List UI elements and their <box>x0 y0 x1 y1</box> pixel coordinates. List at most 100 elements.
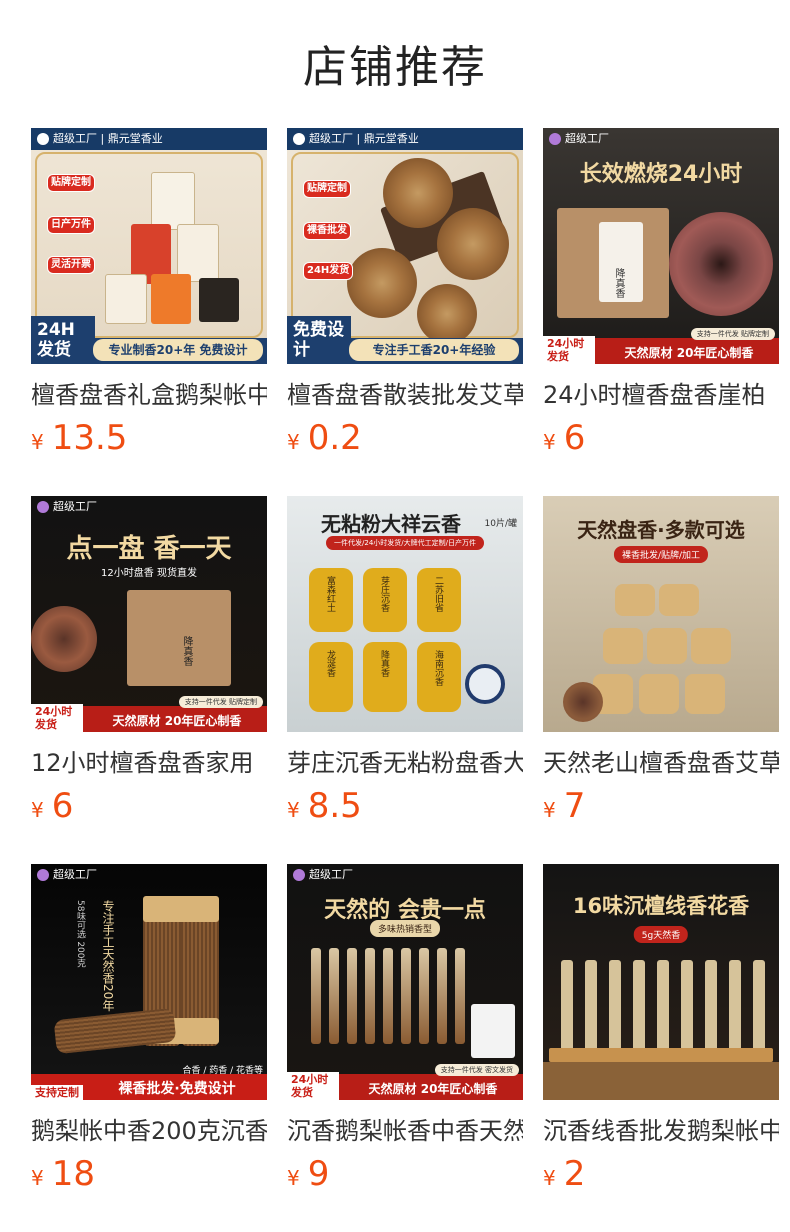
jar-label: 海南沉香 <box>433 650 443 686</box>
gift-box <box>151 172 195 230</box>
wood-jar <box>639 674 679 714</box>
jar-label: 富森红土 <box>325 576 335 612</box>
currency-symbol: ¥ <box>31 430 44 454</box>
product-card[interactable]: 超级工厂 | 鼎元堂香业 贴牌定制 日产万件 灵活开票 24H发货 专业制香20… <box>31 128 267 496</box>
product-name[interactable]: 24小时檀香盘香崖柏 <box>543 380 779 410</box>
table-surface <box>543 1062 779 1100</box>
product-image[interactable]: 16味沉檀线香花香 5g天然香 <box>543 864 779 1100</box>
incense-tube <box>401 948 411 1044</box>
price-value: 8.5 <box>307 786 362 826</box>
product-image[interactable]: 超级工厂 | 鼎元堂香业 贴牌定制 裸香批发 24H发货 免费设计 专注手工香2… <box>287 128 523 364</box>
price-value: 7 <box>563 786 586 826</box>
product-card[interactable]: 超级工厂 | 鼎元堂香业 贴牌定制 裸香批发 24H发货 免费设计 专注手工香2… <box>287 128 523 496</box>
corner-badge: 支持定制 <box>31 1085 83 1100</box>
image-headline: 长效燃烧24小时 <box>579 162 743 187</box>
image-tag: 24H发货 <box>303 262 354 280</box>
jar-label: 龙涎香 <box>325 650 335 677</box>
brand-text: 超级工厂 <box>565 132 609 145</box>
product-card-insert <box>471 1004 515 1058</box>
image-banner: 天然原材 20年匠心制香 <box>343 1078 523 1100</box>
corner-badge: 24H发货 <box>31 316 95 364</box>
product-card[interactable]: 超级工厂 点一盘 香一天 12小时盘香 现货直发 降真香 24小时发货 支持一件… <box>31 496 267 864</box>
side-note: 58味可选 200克 <box>75 900 85 968</box>
cloud-token <box>465 664 505 704</box>
product-image[interactable]: 超级工厂 长效燃烧24小时 降真香 24小时发货 支持一件代发 贴牌定制 天然原… <box>543 128 779 364</box>
diamond-icon <box>37 869 49 881</box>
image-tag: 贴牌定制 <box>47 174 95 192</box>
page-title: 店铺推荐 <box>303 42 487 93</box>
gift-box <box>105 274 147 324</box>
product-image[interactable]: 超级工厂 专注手工天然香20年 58味可选 200克 支持定制 合香 / 药香 … <box>31 864 267 1100</box>
product-name[interactable]: 檀香盘香礼盒鹅梨帐中香家用 <box>31 380 267 410</box>
incense-tube <box>419 948 429 1044</box>
brand-text: 超级工厂 <box>53 868 97 881</box>
wood-jar <box>647 628 687 664</box>
diamond-icon <box>549 133 561 145</box>
image-headline: 无粘粉大祥云香 <box>321 512 461 536</box>
image-banner: 天然原材 20年匠心制香 <box>87 710 267 732</box>
product-card[interactable]: 超级工厂 天然的 会贵一点 多味热销香型 24小时发货 支持一件代发 密文发货 … <box>287 864 523 1232</box>
product-name[interactable]: 天然老山檀香盘香艾草 <box>543 748 779 778</box>
image-headline: 天然盘香·多款可选 <box>577 518 745 542</box>
product-name[interactable]: 鹅梨帐中香200克沉香 <box>31 1116 267 1146</box>
product-name[interactable]: 檀香盘香散装批发艾草 <box>287 380 523 410</box>
jar-label: 二苏旧省 <box>433 576 443 612</box>
product-name[interactable]: 沉香鹅梨帐香中香天然 <box>287 1116 523 1146</box>
currency-symbol: ¥ <box>287 430 300 454</box>
incense-coil <box>31 606 97 672</box>
product-card[interactable]: 天然盘香·多款可选 裸香批发/贴牌/加工 天然老山檀香盘香艾草 ¥ 7 <box>543 496 779 864</box>
image-tag: 日产万件 <box>47 216 95 234</box>
image-banner: 天然原材 20年匠心制香 <box>599 342 779 364</box>
image-unit: 10片/罐 <box>484 519 518 529</box>
wood-jar <box>659 584 699 616</box>
product-image[interactable]: 超级工厂 点一盘 香一天 12小时盘香 现货直发 降真香 24小时发货 支持一件… <box>31 496 267 732</box>
product-image[interactable]: 超级工厂 天然的 会贵一点 多味热销香型 24小时发货 支持一件代发 密文发货 … <box>287 864 523 1100</box>
diamond-icon <box>293 133 305 145</box>
incense-tube <box>329 948 339 1044</box>
product-name[interactable]: 沉香线香批发鹅梨帐中香 <box>543 1116 779 1146</box>
diamond-icon <box>37 133 49 145</box>
incense-tube <box>681 960 693 1052</box>
product-card[interactable]: 16味沉檀线香花香 5g天然香 沉香线香批发鹅梨帐中香 ¥ 2 <box>543 864 779 1232</box>
gift-box <box>199 278 239 322</box>
price-value: 0.2 <box>307 418 362 458</box>
incense-tube <box>609 960 621 1052</box>
incense-tube <box>383 948 393 1044</box>
wood-stand <box>549 1048 773 1062</box>
product-price: ¥ 7 <box>543 786 779 826</box>
product-image[interactable]: 天然盘香·多款可选 裸香批发/贴牌/加工 <box>543 496 779 732</box>
brand-text: 超级工厂 | 鼎元堂香业 <box>309 132 419 145</box>
incense-coil <box>417 284 477 344</box>
wood-jar <box>691 628 731 664</box>
brand-text: 超级工厂 <box>309 868 353 881</box>
currency-symbol: ¥ <box>543 798 556 822</box>
brand-text: 超级工厂 <box>53 500 97 513</box>
image-banner: 专注手工香20+年经验 <box>349 339 519 361</box>
incense-tube <box>311 948 321 1044</box>
box-label-text: 降真香 <box>181 636 192 666</box>
brand-bar: 超级工厂 <box>543 128 779 150</box>
store-recommend-page: 店铺推荐 超级工厂 | 鼎元堂香业 贴牌定制 日产万件 灵活开票 24H发货 专… <box>0 0 790 1232</box>
banner-caption: 支持一件代发 密文发货 <box>434 1064 519 1076</box>
currency-symbol: ¥ <box>543 430 556 454</box>
gift-box <box>151 274 191 324</box>
product-card[interactable]: 超级工厂 长效燃烧24小时 降真香 24小时发货 支持一件代发 贴牌定制 天然原… <box>543 128 779 496</box>
product-card[interactable]: 无粘粉大祥云香 10片/罐 一件代发/24小时发货/大牌代工定制/日产万件 富森… <box>287 496 523 864</box>
image-pill: 一件代发/24小时发货/大牌代工定制/日产万件 <box>326 536 484 550</box>
vertical-slogan: 专注手工天然香20年 <box>101 900 115 1012</box>
product-image[interactable]: 超级工厂 | 鼎元堂香业 贴牌定制 日产万件 灵活开票 24H发货 专业制香20… <box>31 128 267 364</box>
incense-tube <box>437 948 447 1044</box>
product-image[interactable]: 无粘粉大祥云香 10片/罐 一件代发/24小时发货/大牌代工定制/日产万件 富森… <box>287 496 523 732</box>
price-value: 18 <box>51 1154 95 1194</box>
incense-tube <box>753 960 765 1052</box>
product-card[interactable]: 超级工厂 专注手工天然香20年 58味可选 200克 支持定制 合香 / 药香 … <box>31 864 267 1232</box>
currency-symbol: ¥ <box>31 798 44 822</box>
brand-bar: 超级工厂 <box>287 864 523 886</box>
incense-tube <box>705 960 717 1052</box>
wood-jar <box>615 584 655 616</box>
brand-bar: 超级工厂 <box>31 864 267 886</box>
product-name[interactable]: 芽庄沉香无粘粉盘香大祥云 <box>287 748 523 778</box>
jar-label: 芽庄沉香 <box>379 576 389 612</box>
product-name[interactable]: 12小时檀香盘香家用 <box>31 748 267 778</box>
incense-tube <box>561 960 573 1052</box>
